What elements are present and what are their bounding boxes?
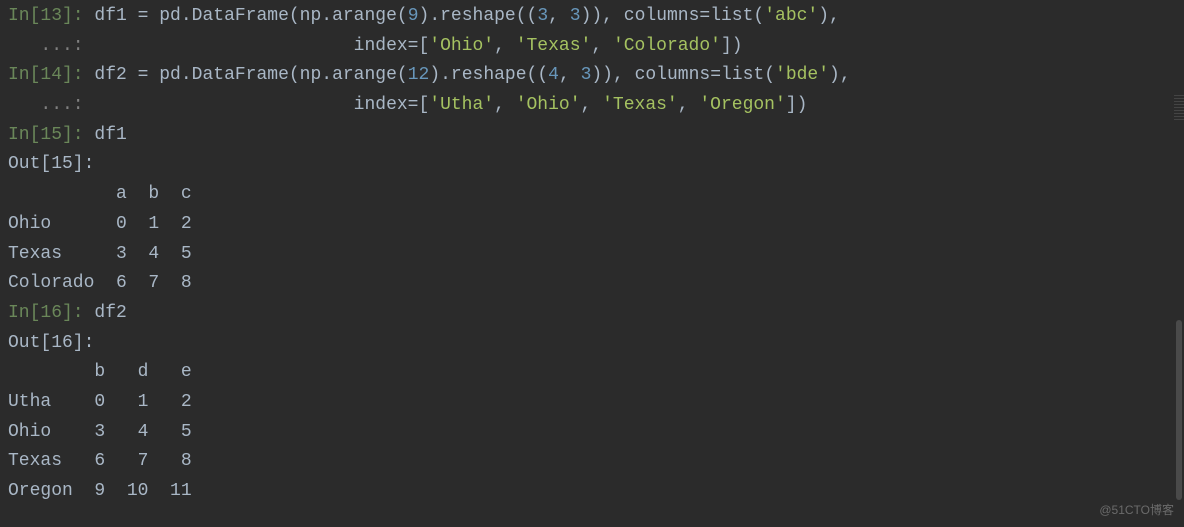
- code-text: pd.DataFrame(np.arange(: [148, 65, 407, 85]
- code-text: ,: [548, 6, 570, 26]
- code-text: ).reshape((: [429, 65, 548, 85]
- number-literal: 4: [548, 65, 559, 85]
- df1-header: a b c: [8, 180, 1176, 210]
- code-text: df2: [84, 65, 138, 85]
- in-prompt-13: In[13]:: [8, 6, 84, 26]
- df2-row: Ohio 3 4 5: [8, 418, 1176, 448]
- code-text: ]): [721, 36, 743, 56]
- string-literal: 'Texas': [602, 95, 678, 115]
- code-text: ),: [829, 65, 851, 85]
- df2-header: b d e: [8, 358, 1176, 388]
- code-text: ,: [559, 65, 581, 85]
- input-cell-15[interactable]: In[15]: df1: [8, 121, 1176, 151]
- vertical-scrollbar-thumb[interactable]: [1176, 320, 1182, 500]
- vertical-scrollbar-track[interactable]: [1174, 0, 1184, 527]
- continuation-prompt: ...:: [8, 36, 84, 56]
- output-prompt-16: Out[16]:: [8, 329, 1176, 359]
- input-cell-13-line1[interactable]: In[13]: df1 = pd.DataFrame(np.arange(9).…: [8, 2, 1176, 32]
- code-text: ,: [581, 95, 603, 115]
- code-text: index=[: [84, 95, 430, 115]
- code-text: df1: [84, 6, 138, 26]
- scroll-grip-icon: [1174, 95, 1184, 120]
- watermark-text: @51CTO博客: [1099, 501, 1174, 521]
- string-literal: 'Colorado': [613, 36, 721, 56]
- code-text: ,: [494, 95, 516, 115]
- out-prompt: Out[16]:: [8, 333, 94, 353]
- number-literal: 3: [537, 6, 548, 26]
- in-prompt-14: In[14]:: [8, 65, 84, 85]
- df1-row: Colorado 6 7 8: [8, 269, 1176, 299]
- code-text: ,: [494, 36, 516, 56]
- code-text: ,: [678, 95, 700, 115]
- string-literal: 'Oregon': [699, 95, 785, 115]
- input-cell-16[interactable]: In[16]: df2: [8, 299, 1176, 329]
- df1-row: Ohio 0 1 2: [8, 210, 1176, 240]
- in-prompt-15: In[15]:: [8, 125, 84, 145]
- continuation-prompt: ...:: [8, 95, 84, 115]
- out-prompt: Out[15]:: [8, 154, 94, 174]
- input-cell-13-line2[interactable]: ...: index=['Ohio', 'Texas', 'Colorado']…: [8, 32, 1176, 62]
- code-text: )), columns=list(: [581, 6, 765, 26]
- input-cell-14-line1[interactable]: In[14]: df2 = pd.DataFrame(np.arange(12)…: [8, 61, 1176, 91]
- code-text: index=[: [84, 36, 430, 56]
- equals-op: =: [138, 65, 149, 85]
- string-literal: 'bde': [775, 65, 829, 85]
- df1-row: Texas 3 4 5: [8, 240, 1176, 270]
- string-literal: 'abc': [764, 6, 818, 26]
- code-text: ,: [591, 36, 613, 56]
- number-literal: 3: [570, 6, 581, 26]
- df2-row: Utha 0 1 2: [8, 388, 1176, 418]
- in-prompt-16: In[16]:: [8, 303, 84, 323]
- number-literal: 3: [581, 65, 592, 85]
- console-output[interactable]: In[13]: df1 = pd.DataFrame(np.arange(9).…: [8, 2, 1176, 507]
- code-text: ).reshape((: [419, 6, 538, 26]
- code-text: ]): [786, 95, 808, 115]
- string-literal: 'Utha': [429, 95, 494, 115]
- string-literal: 'Texas': [516, 36, 592, 56]
- code-text: )), columns=list(: [591, 65, 775, 85]
- code-text: df1: [84, 125, 127, 145]
- df2-row: Texas 6 7 8: [8, 447, 1176, 477]
- equals-op: =: [138, 6, 149, 26]
- string-literal: 'Ohio': [429, 36, 494, 56]
- code-text: ),: [818, 6, 840, 26]
- code-text: pd.DataFrame(np.arange(: [148, 6, 407, 26]
- string-literal: 'Ohio': [516, 95, 581, 115]
- output-prompt-15: Out[15]:: [8, 150, 1176, 180]
- number-literal: 9: [408, 6, 419, 26]
- df2-row: Oregon 9 10 11: [8, 477, 1176, 507]
- input-cell-14-line2[interactable]: ...: index=['Utha', 'Ohio', 'Texas', 'Or…: [8, 91, 1176, 121]
- code-text: df2: [84, 303, 127, 323]
- number-literal: 12: [408, 65, 430, 85]
